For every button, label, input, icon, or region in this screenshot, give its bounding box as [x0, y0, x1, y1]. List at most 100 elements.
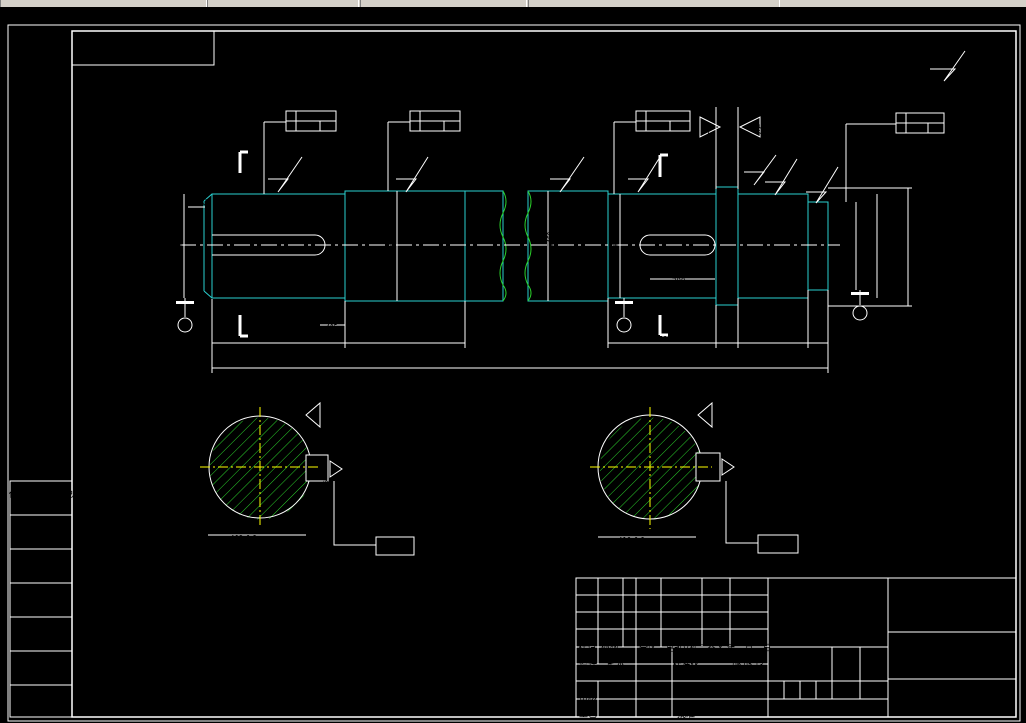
dim-dia-right2: φ450 +0.075 [847, 207, 854, 247]
section-mark-e-top [238, 150, 248, 173]
roughness-32-c: 3.2 [706, 124, 715, 137]
tb-drawing-no: JLY3809-03-06 [901, 691, 995, 705]
toolbar-segment [207, 0, 359, 7]
section-mark-e-bottom [238, 315, 248, 338]
dimension-lines [183, 187, 912, 373]
tb-r-designer: 毛杰 [607, 659, 625, 671]
tech-req-item-2: 2.未注圆角半径R4mm。 [836, 481, 971, 496]
toolbar-segment [528, 0, 780, 7]
tol-1-ref: A B [322, 124, 332, 131]
side-cell-7: 日 期 [23, 693, 59, 704]
side-cell-3: 描 校 [23, 556, 59, 568]
roughness-32-a: 3.2 [554, 170, 567, 179]
section-letter-d-bottom: D [672, 315, 680, 328]
tol-1-v2: 0.012 [298, 124, 315, 131]
dim-100: 100 [720, 335, 733, 343]
section-dd-rough-32: 3.2 [736, 465, 744, 476]
section-dd-kw-text: 100-0.036 [715, 482, 722, 513]
datum-g-bar [176, 301, 194, 304]
section-mark-d-top [658, 153, 668, 177]
section-ee-keyway [305, 454, 329, 482]
section-dd-rough-a [697, 401, 713, 429]
tb-h-date: 年、月、日 [726, 642, 771, 654]
tol-2-v1: 0.007 [422, 114, 439, 121]
tb-h-doc: 更改文件号 [666, 643, 706, 653]
tb-material: 45 [812, 606, 837, 630]
side-cell-1: 借（通）用件登记 [9, 489, 73, 499]
tol-4-ref: A B [930, 126, 940, 133]
section-ee-kw-text: 90-0.036 [323, 480, 330, 507]
dim-550: 550 [271, 335, 284, 343]
toolbar-segment [360, 0, 527, 7]
side-cell-5: 底图总号 [23, 624, 59, 636]
tb-h-sign: 签名 [707, 642, 725, 654]
dim-dia-main: φ460 [547, 231, 554, 247]
tb-r-weight: 重量 [837, 662, 855, 674]
datum-a-letter: A [857, 310, 864, 320]
datum-b-letter: B [621, 322, 627, 332]
tb-r-check: 审核 [579, 692, 597, 704]
tb-r-scale-label: 比例 [865, 662, 883, 674]
side-cell-2: 描 图 [23, 522, 59, 534]
tb-r-process: 工艺 [579, 709, 597, 720]
dim-405-left: 405 [326, 324, 338, 331]
roughness-16-b: 1.6 [400, 170, 413, 179]
tolerance-frame-1: 0.007 0.012 A B [263, 110, 337, 194]
roughness-label: 其余 [880, 60, 912, 79]
section-ee-rough-63: 6.3 [323, 413, 331, 424]
section-letter-d-top: D [672, 159, 680, 172]
section-dd-rough-b [721, 458, 735, 476]
section-ee-tol-text: 0.02 C [388, 545, 407, 552]
dim-dia-left: φ450 +0.08 [175, 211, 182, 247]
tb-scale-value: 1:10 [862, 685, 887, 698]
dim-dia-right3: φ450 +0.08 [868, 211, 875, 247]
tol-3-v1: 0.008 [648, 114, 665, 121]
section-dd-tol-text: 0.02 G [770, 543, 790, 550]
roughness-16-d: 1.6 [769, 173, 782, 182]
dim-500: 500 [398, 335, 411, 343]
section-ee-rough-32: 3.2 [344, 467, 352, 478]
toolbar-segment [0, 0, 207, 7]
dim-274: 274 [764, 335, 778, 343]
section-ee-rough-b [329, 460, 343, 478]
tb-h-count: 处数 [601, 642, 619, 654]
section-dd-rough-63: 6.3 [715, 413, 723, 424]
roughness-value: 12.5 [932, 59, 954, 70]
tb-r-design: 设计 [579, 659, 597, 671]
side-cell-4: 旧底图总号 [18, 590, 63, 602]
dim-450: 450 [654, 335, 667, 343]
datum-a-bar [851, 292, 869, 295]
dim-4600: 4600 [512, 360, 530, 368]
dim-405-right: 405 [810, 336, 822, 343]
section-title-dd: D - D [637, 386, 667, 400]
roughness-16-a: 1.6 [272, 170, 285, 179]
tolerance-frame-3: 0.008 0.015 A B [613, 110, 691, 194]
dim-dia-big: φ500 [899, 231, 906, 247]
outer-frame [7, 24, 1021, 722]
dim-dia-mid: φ450 +0.08 [388, 211, 395, 247]
roughness-16-e: 1.6 [810, 183, 823, 192]
section-ee-tol-leader [333, 481, 376, 546]
tb-r-stage: 阶段标记 [782, 662, 818, 674]
inner-frame [71, 30, 1017, 718]
tb-r-sheets: 共 张 第 张 [796, 704, 859, 716]
window-top-bar [0, 0, 1026, 7]
tol-3-ref: A B [672, 124, 682, 131]
dim-300: 300 [672, 277, 685, 285]
section-letter-e-bottom: E [250, 315, 257, 328]
roughness-16-c: 1.6 [632, 170, 645, 179]
tol-3-v2: 0.015 [648, 124, 665, 131]
cad-drawing-canvas[interactable]: JLY3809-03-06 其余 12.5 C10 G B A E E D D … [0, 7, 1026, 723]
tol-4-v1: 0.007 [908, 116, 925, 123]
tech-req-item-1: 1.调质229~269HBS; [836, 462, 956, 476]
roughness-32-d: 3.2 [757, 124, 766, 137]
section-ee-rough-a [305, 401, 321, 429]
section-dd-key-dim-text: 419-0.2 [618, 536, 645, 544]
tb-school: 盐城工学院 [898, 596, 998, 620]
tb-r-approve: 批准 [677, 708, 695, 720]
tol-1-v1: 0.007 [298, 114, 315, 121]
tb-h-mark: 标记 [578, 642, 596, 654]
tolerance-frame-4: 0.007 0.012 A B [845, 112, 945, 202]
tol-2-ref: A B [446, 124, 456, 131]
shaft-outline [203, 186, 829, 306]
